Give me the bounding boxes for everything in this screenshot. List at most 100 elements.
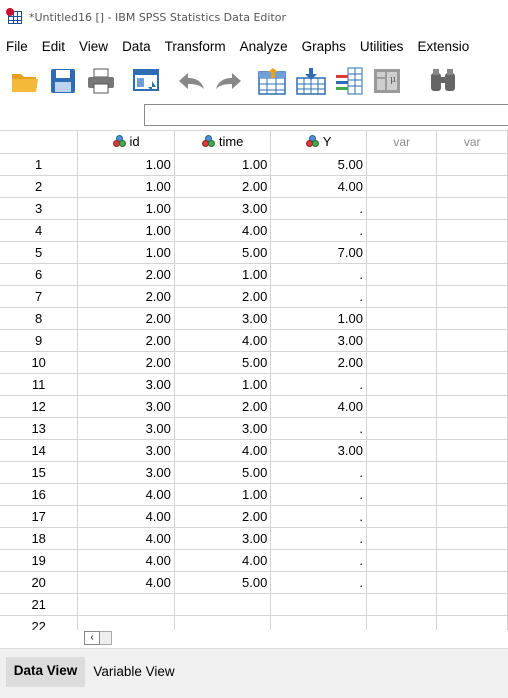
data-cell[interactable]: 1.00: [77, 175, 175, 198]
data-cell[interactable]: 7.00: [270, 241, 367, 264]
goto-case-icon[interactable]: [254, 62, 292, 100]
row-number[interactable]: 6: [0, 263, 79, 286]
grid-corner[interactable]: [0, 131, 79, 154]
column-header-id[interactable]: id: [77, 131, 175, 154]
data-cell[interactable]: 5.00: [174, 241, 272, 264]
data-cell[interactable]: [270, 615, 367, 630]
data-cell[interactable]: [366, 593, 438, 616]
data-cell[interactable]: [366, 219, 438, 242]
data-cell[interactable]: .: [270, 461, 367, 484]
data-cell[interactable]: 4.00: [77, 483, 175, 506]
data-cell[interactable]: [366, 505, 438, 528]
row-number[interactable]: 17: [0, 505, 79, 528]
horizontal-scrollbar[interactable]: ‹: [82, 630, 508, 646]
data-cell[interactable]: .: [270, 527, 367, 550]
data-cell[interactable]: [436, 549, 508, 572]
data-cell[interactable]: 2.00: [174, 505, 272, 528]
cell-editor-input[interactable]: [144, 104, 508, 126]
data-cell[interactable]: [436, 417, 508, 440]
menu-file[interactable]: File: [0, 39, 35, 54]
row-number[interactable]: 4: [0, 219, 79, 242]
row-number[interactable]: 19: [0, 549, 79, 572]
row-number[interactable]: 13: [0, 417, 79, 440]
data-cell[interactable]: 5.00: [270, 153, 367, 176]
data-cell[interactable]: [436, 483, 508, 506]
data-cell[interactable]: 3.00: [174, 307, 272, 330]
data-cell[interactable]: .: [270, 571, 367, 594]
redo-icon[interactable]: [210, 62, 248, 100]
row-number[interactable]: 3: [0, 197, 79, 220]
row-number[interactable]: 22: [0, 615, 79, 630]
data-cell[interactable]: 5.00: [174, 461, 272, 484]
row-number[interactable]: 14: [0, 439, 79, 462]
data-cell[interactable]: [436, 263, 508, 286]
data-cell[interactable]: 3.00: [77, 439, 175, 462]
data-cell[interactable]: [270, 593, 367, 616]
data-cell[interactable]: 3.00: [77, 417, 175, 440]
data-cell[interactable]: 4.00: [174, 549, 272, 572]
data-cell[interactable]: [436, 241, 508, 264]
data-cell[interactable]: [366, 395, 438, 418]
row-number[interactable]: 21: [0, 593, 79, 616]
column-header-time[interactable]: time: [174, 131, 272, 154]
scroll-left-icon[interactable]: ‹: [84, 631, 100, 645]
data-cell[interactable]: 1.00: [174, 263, 272, 286]
column-header-var[interactable]: var: [436, 131, 508, 154]
data-cell[interactable]: [436, 351, 508, 374]
row-number[interactable]: 1: [0, 153, 79, 176]
data-cell[interactable]: 3.00: [77, 461, 175, 484]
data-cell[interactable]: 3.00: [77, 395, 175, 418]
row-number[interactable]: 20: [0, 571, 79, 594]
data-cell[interactable]: [436, 439, 508, 462]
data-cell[interactable]: [436, 461, 508, 484]
data-cell[interactable]: .: [270, 285, 367, 308]
data-cell[interactable]: .: [270, 373, 367, 396]
data-cell[interactable]: [436, 307, 508, 330]
data-cell[interactable]: 1.00: [77, 197, 175, 220]
data-cell[interactable]: .: [270, 483, 367, 506]
data-cell[interactable]: [436, 527, 508, 550]
menu-utilities[interactable]: Utilities: [353, 39, 411, 54]
data-cell[interactable]: [436, 175, 508, 198]
column-header-y[interactable]: Y: [270, 131, 367, 154]
tab-data-view[interactable]: Data View: [6, 657, 85, 687]
data-cell[interactable]: [436, 219, 508, 242]
data-cell[interactable]: 2.00: [174, 175, 272, 198]
data-cell[interactable]: [366, 241, 438, 264]
data-cell[interactable]: [436, 505, 508, 528]
data-cell[interactable]: 3.00: [174, 417, 272, 440]
data-cell[interactable]: [436, 373, 508, 396]
data-cell[interactable]: [436, 197, 508, 220]
data-cell[interactable]: .: [270, 197, 367, 220]
data-cell[interactable]: [77, 615, 175, 630]
data-cell[interactable]: 4.00: [270, 395, 367, 418]
data-cell[interactable]: [366, 417, 438, 440]
data-cell[interactable]: 2.00: [77, 351, 175, 374]
menu-graphs[interactable]: Graphs: [295, 39, 353, 54]
data-cell[interactable]: 5.00: [174, 351, 272, 374]
data-cell[interactable]: [436, 615, 508, 630]
open-folder-icon[interactable]: [6, 62, 44, 100]
data-cell[interactable]: 1.00: [174, 373, 272, 396]
data-cell[interactable]: [174, 593, 272, 616]
data-cell[interactable]: [366, 439, 438, 462]
data-cell[interactable]: [436, 571, 508, 594]
data-cell[interactable]: [436, 153, 508, 176]
data-cell[interactable]: 4.00: [174, 219, 272, 242]
menu-view[interactable]: View: [72, 39, 115, 54]
data-cell[interactable]: [366, 483, 438, 506]
data-cell[interactable]: [366, 549, 438, 572]
row-number[interactable]: 12: [0, 395, 79, 418]
menu-transform[interactable]: Transform: [158, 39, 233, 54]
row-number[interactable]: 11: [0, 373, 79, 396]
data-cell[interactable]: 4.00: [77, 527, 175, 550]
data-cell[interactable]: 4.00: [270, 175, 367, 198]
data-cell[interactable]: .: [270, 505, 367, 528]
row-number[interactable]: 9: [0, 329, 79, 352]
data-cell[interactable]: [366, 351, 438, 374]
data-cell[interactable]: 4.00: [77, 549, 175, 572]
row-number[interactable]: 5: [0, 241, 79, 264]
data-cell[interactable]: 1.00: [174, 153, 272, 176]
scrollbar-thumb[interactable]: [100, 631, 112, 645]
row-number[interactable]: 10: [0, 351, 79, 374]
